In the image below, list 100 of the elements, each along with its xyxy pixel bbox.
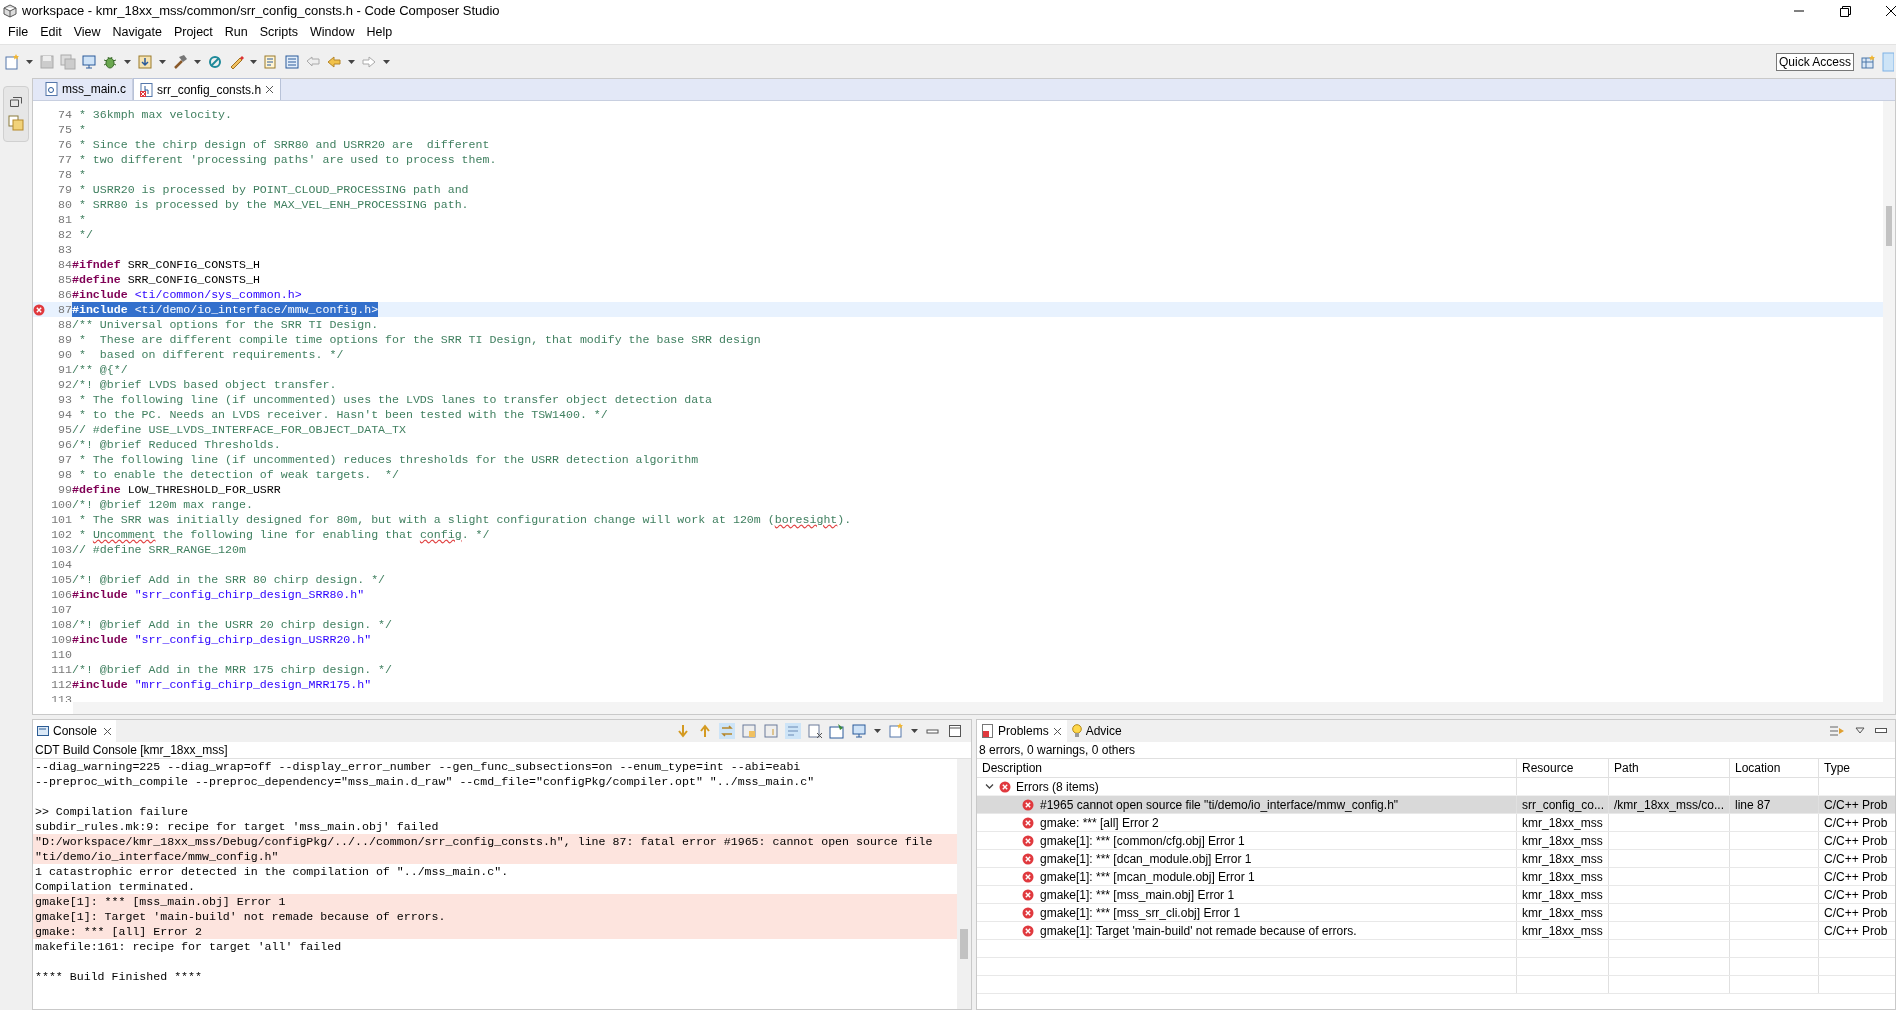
- table-cell-text: #1965 cannot open source file "ti/demo/io_interface/mmw_config.h": [1040, 796, 1399, 814]
- code-line: /*! @brief LVDS based object transfer.: [72, 377, 337, 392]
- horizontal-scrollbar[interactable]: [73, 702, 1895, 714]
- code-line: *: [77, 212, 86, 227]
- column-header[interactable]: Resource: [1517, 759, 1609, 777]
- line-number: 88: [57, 317, 72, 332]
- problem-row[interactable]: gmake[1]: *** [mss_main.obj] Error 1 kmr_18xx_mss C/C++ Prob: [977, 886, 1895, 904]
- table-cell: kmr_18xx_mss: [1522, 814, 1603, 831]
- problem-row[interactable]: gmake[1]: *** [mss_srr_cli.obj] Error 1 kmr_18xx_mss C/C++ Prob: [977, 904, 1895, 922]
- caret-icon[interactable]: [873, 727, 882, 735]
- line-number: 111: [50, 662, 72, 677]
- menu-item[interactable]: Run: [218, 22, 254, 42]
- menu-item[interactable]: Edit: [34, 22, 68, 42]
- problem-row[interactable]: gmake[1]: *** [mcan_module.obj] Error 1 kmr_18xx_mss C/C++ Prob: [977, 868, 1895, 886]
- code-line: * These are different compile time options for the SRR TI Design, that modify the base SRR design: [77, 332, 761, 347]
- close-icon[interactable]: [265, 85, 275, 94]
- list-icon[interactable]: [284, 53, 300, 70]
- caret-icon[interactable]: [123, 57, 132, 66]
- arrow-left-icon[interactable]: [326, 53, 342, 70]
- problem-row[interactable]: #1965 cannot open source file "ti/demo/io_interface/mmw_config.h" srr_config_co... /kmr_18xx_mss/co... line 87 C/C++ Prob: [977, 796, 1895, 814]
- arrow-up-icon[interactable]: [697, 723, 713, 739]
- problem-row[interactable]: gmake[1]: Target 'main-build' not remade because of errors. kmr_18xx_mss C/C++ Prob: [977, 922, 1895, 940]
- column-header[interactable]: Description: [977, 759, 1517, 777]
- close-icon[interactable]: [103, 726, 113, 736]
- download-icon[interactable]: [137, 53, 153, 70]
- new-file-icon[interactable]: [4, 53, 20, 70]
- pin-console-icon[interactable]: [829, 723, 845, 739]
- code-line: /** @{*/: [72, 362, 128, 377]
- error-icon: [1022, 834, 1034, 847]
- restore-view-icon[interactable]: [10, 97, 22, 107]
- new-console-icon[interactable]: [888, 723, 904, 739]
- monitor-icon[interactable]: [851, 723, 867, 739]
- menu-item[interactable]: Scripts: [253, 22, 304, 42]
- console-line: >> Compilation failure: [34, 804, 190, 819]
- search-icon[interactable]: [207, 53, 223, 70]
- error-icon: [1022, 924, 1034, 937]
- code-line: * to enable the detection of weak targets. */: [77, 467, 399, 482]
- menu-item[interactable]: Help: [360, 22, 399, 42]
- menu-item[interactable]: Navigate: [106, 22, 168, 42]
- menu-item[interactable]: File: [2, 22, 35, 42]
- problem-row[interactable]: gmake[1]: *** [common/cfg.obj] Error 1 kmr_18xx_mss C/C++ Prob: [977, 832, 1895, 850]
- document-icon[interactable]: [263, 53, 279, 70]
- table-cell: C/C++ Prob: [1824, 886, 1888, 903]
- code-line: */: [77, 227, 93, 242]
- maximize-icon[interactable]: [947, 723, 963, 739]
- panel-tab[interactable]: Problems: [977, 720, 1067, 742]
- table-cell: C/C++ Prob: [1824, 904, 1888, 921]
- vertical-scrollbar[interactable]: [1883, 101, 1895, 702]
- code-line: /*! @brief Add in the MRR 175 chirp design. */: [72, 662, 393, 677]
- line-number: 81: [57, 212, 72, 227]
- column-header[interactable]: Type: [1819, 759, 1895, 777]
- close-icon[interactable]: [1052, 726, 1062, 736]
- hammer-icon[interactable]: [172, 53, 188, 70]
- caret-icon[interactable]: [347, 57, 356, 66]
- line-number: 102: [50, 527, 72, 542]
- table-cell-text: gmake[1]: *** [mcan_module.obj] Error 1: [1040, 868, 1255, 886]
- code-line: * USRR20 is processed by POINT_CLOUD_PROCESSING path and: [77, 182, 469, 197]
- arrow-down-icon[interactable]: [675, 723, 691, 739]
- line-number: 104: [50, 557, 72, 572]
- menu-item[interactable]: Project: [167, 22, 219, 42]
- caret-icon[interactable]: [382, 57, 391, 66]
- problem-row[interactable]: gmake[1]: *** [dcan_module.obj] Error 1 kmr_18xx_mss C/C++ Prob: [977, 850, 1895, 868]
- table-cell: C/C++ Prob: [1824, 922, 1888, 939]
- console-line: Compilation terminated.: [34, 879, 197, 894]
- chevron-down-icon[interactable]: [985, 782, 994, 791]
- vertical-scrollbar[interactable]: [957, 759, 971, 1009]
- line-number: 84: [57, 257, 72, 272]
- quick-access-field[interactable]: Quick Access: [1775, 52, 1854, 71]
- line-number: 95: [57, 422, 72, 437]
- menu-item[interactable]: View: [67, 22, 107, 42]
- caret-icon[interactable]: [25, 57, 34, 66]
- line-number: 98: [57, 467, 72, 482]
- caret-icon[interactable]: [910, 727, 919, 735]
- perspective-icon[interactable]: [1860, 53, 1876, 70]
- column-header[interactable]: Path: [1609, 759, 1730, 777]
- code-line: * SRR80 is processed by the MAX_VEL_ENH_PROCESSING path.: [77, 197, 469, 212]
- code-line: *: [77, 122, 86, 137]
- panel-tab[interactable]: Advice: [1066, 720, 1127, 742]
- monitor-icon[interactable]: [81, 53, 97, 70]
- project-explorer-icon[interactable]: [8, 115, 24, 131]
- minimize-icon[interactable]: [1875, 728, 1887, 734]
- menu-item[interactable]: Window: [303, 22, 361, 42]
- editor-tab[interactable]: srr_config_consts.h: [133, 78, 282, 100]
- link-icon[interactable]: [719, 723, 735, 739]
- table-cell: kmr_18xx_mss: [1522, 922, 1603, 939]
- code-line: #define LOW_THRESHOLD_FOR_USRR: [72, 482, 281, 497]
- view-menu-icon[interactable]: [1855, 727, 1865, 735]
- focus-icon[interactable]: [1829, 724, 1845, 738]
- clear-icon[interactable]: [807, 723, 823, 739]
- line-number: 103: [50, 542, 72, 557]
- console-line: subdir_rules.mk:9: recipe for target 'mss_main.obj' failed: [34, 819, 440, 834]
- pen-icon[interactable]: [228, 53, 244, 70]
- group-label[interactable]: Errors (8 items): [1016, 777, 1099, 796]
- problem-row[interactable]: gmake: *** [all] Error 2 kmr_18xx_mss C/C++ Prob: [977, 814, 1895, 832]
- caret-icon[interactable]: [249, 57, 258, 66]
- editor-tab[interactable]: mss_main.c: [39, 78, 133, 100]
- caret-icon[interactable]: [193, 57, 202, 66]
- column-header[interactable]: Location: [1730, 759, 1819, 777]
- code-line: * two different 'processing paths' are used to process them.: [77, 152, 497, 167]
- caret-icon[interactable]: [158, 57, 167, 66]
